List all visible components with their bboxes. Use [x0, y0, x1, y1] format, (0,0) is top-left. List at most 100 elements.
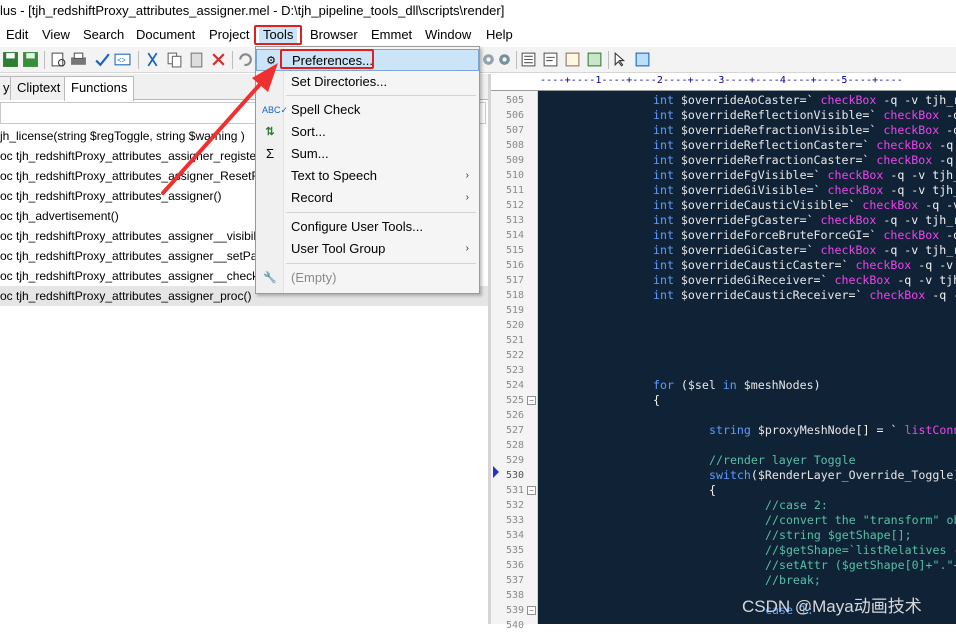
tab-cliptext[interactable]: Cliptext — [10, 76, 68, 100]
copy-icon[interactable] — [166, 51, 183, 68]
line-number: 520 — [505, 320, 524, 331]
settings-toolbar-icon[interactable] — [480, 51, 497, 68]
code-token: switch — [709, 468, 751, 482]
line-number: 512 — [505, 200, 524, 211]
menu-item-spell-check[interactable]: ABC✓ Spell Check — [256, 99, 479, 121]
code-token: checkBox — [883, 123, 940, 137]
code-token: checkBox — [883, 228, 940, 242]
line-number: 518 — [505, 290, 524, 301]
print-preview-icon[interactable] — [50, 51, 67, 68]
line-number: 539 — [505, 605, 524, 616]
menu-item-sort[interactable]: ⇅ Sort... — [256, 121, 479, 143]
code-line: string $proxyMeshNode[] = ` listConn — [709, 423, 956, 438]
column-ruler: ----+----1----+----2----+----3----+----4… — [491, 74, 956, 91]
sort-icon: ⇅ — [265, 126, 275, 138]
menu-search[interactable]: Search — [79, 25, 128, 45]
line-number: 526 — [505, 410, 524, 421]
menu-item-configure-user-tools[interactable]: Configure User Tools... — [256, 216, 479, 238]
code-line: int $overrideFgVisible=` checkBox -q -v … — [653, 168, 956, 183]
line-number: 513 — [505, 215, 524, 226]
code-line: //convert the "transform" ob — [765, 513, 956, 528]
line-number: 535 — [505, 545, 524, 556]
gear-icon: ⚙ — [266, 55, 276, 67]
code-token: $proxyMeshNode — [757, 423, 856, 437]
document-icon[interactable] — [542, 51, 559, 68]
list-view-icon[interactable] — [520, 51, 537, 68]
line-number: 528 — [505, 440, 524, 451]
code-line: //$getShape=`listRelatives - — [765, 543, 956, 558]
line-number: 508 — [505, 140, 524, 151]
code-token: //convert the "transform" ob — [765, 513, 956, 527]
code-line: int $overrideCausticReceiver=` checkBox … — [653, 288, 956, 303]
code-line: switch($RenderLayer_Override_Toggle) — [709, 468, 956, 483]
paste-icon[interactable] — [188, 51, 205, 68]
line-number-gutter: 505 506 507 508 509 510 511 512 513 514 515 516 517 5… — [491, 91, 538, 631]
code-token: checkBox — [876, 138, 933, 152]
code-token: $overrideGiReceiver — [680, 273, 814, 287]
code-icon[interactable]: <> — [114, 51, 131, 68]
code-token: -q — [946, 123, 956, 137]
code-token: -q -v tjh_r — [876, 93, 956, 107]
fold-toggle-icon[interactable]: − — [527, 396, 536, 405]
menu-emmet[interactable]: Emmet — [367, 25, 416, 45]
code-token: -q -v tjh — [890, 273, 956, 287]
code-token: $overrideReflectionVisible — [680, 108, 863, 122]
save-icon[interactable] — [2, 51, 19, 68]
menu-browser[interactable]: Browser — [306, 25, 362, 45]
menu-item-sum[interactable]: Σ Sum... — [256, 143, 479, 165]
window-title: lus - [tjh_redshiftProxy_attributes_assi… — [0, 0, 956, 24]
menu-edit[interactable]: Edit — [2, 25, 32, 45]
delete-icon[interactable] — [210, 51, 227, 68]
code-token: checkBox — [820, 93, 877, 107]
menu-view[interactable]: View — [38, 25, 74, 45]
code-token: in — [715, 378, 744, 392]
code-token: -q - — [932, 288, 956, 302]
code-token: $overrideRefractionVisible — [680, 123, 863, 137]
spellcheck-toolbar-icon[interactable] — [94, 51, 111, 68]
menu-item-empty: 🔧 (Empty) — [263, 270, 337, 285]
help-book-icon[interactable] — [634, 51, 651, 68]
code-token: -q -v tjh_r — [876, 213, 956, 227]
code-line: int $overrideRefractionVisible=` checkBo… — [653, 123, 956, 138]
code-line: for ($sel in $meshNodes) — [653, 378, 821, 393]
menu-window[interactable]: Window — [421, 25, 475, 45]
menu-item-set-directories[interactable]: Set Directories... — [256, 71, 479, 93]
line-number: 505 — [505, 95, 524, 106]
image-icon[interactable] — [586, 51, 603, 68]
code-token: ( — [680, 378, 688, 392]
tools-dropdown-menu: ⚙ Preferences... Set Directories... ABC✓… — [255, 46, 480, 294]
code-token: ) — [813, 378, 821, 392]
code-line: int $overrideGiReceiver=` checkBox -q -v… — [653, 273, 956, 288]
menu-item-user-tool-group[interactable]: User Tool Group › — [256, 238, 479, 260]
code-editor[interactable]: int $overrideAoCaster=` checkBox -q -v t… — [538, 91, 956, 624]
code-token: =` — [834, 258, 856, 272]
menu-item-text-to-speech[interactable]: Text to Speech › — [256, 165, 479, 187]
gear-toolbar-icon[interactable] — [496, 51, 513, 68]
line-number: 521 — [505, 335, 524, 346]
menu-project[interactable]: Project — [205, 25, 253, 45]
code-token: //string $getShape[]; — [765, 528, 912, 542]
fold-toggle-icon[interactable]: − — [527, 486, 536, 495]
wrench-icon: 🔧 — [263, 272, 277, 284]
save-all-icon[interactable] — [22, 51, 39, 68]
line-number: 511 — [505, 185, 524, 196]
code-token: //$getShape=`listRelatives - — [765, 543, 956, 557]
ruler-marks: ----+----1----+----2----+----3----+----4… — [540, 75, 903, 86]
sigma-icon: Σ — [265, 146, 275, 161]
menu-document[interactable]: Document — [132, 25, 199, 45]
window-icon[interactable] — [564, 51, 581, 68]
menu-item-record[interactable]: Record › — [256, 187, 479, 209]
fold-toggle-icon[interactable]: − — [527, 606, 536, 615]
code-token: $overrideCausticCaster — [680, 258, 835, 272]
cut-icon[interactable] — [144, 51, 161, 68]
menu-help[interactable]: Help — [482, 25, 517, 45]
line-number: 532 — [505, 500, 524, 511]
menubar: Edit View Search Document Project Tools … — [0, 24, 956, 46]
line-number: 510 — [505, 170, 524, 181]
tab-functions[interactable]: Functions — [64, 76, 135, 101]
code-token: //setAttr ($getShape[0]+"."+ — [765, 558, 956, 572]
undo-icon[interactable] — [236, 51, 253, 68]
print-icon[interactable] — [70, 51, 87, 68]
line-number: 514 — [505, 230, 524, 241]
help-pointer-icon[interactable] — [612, 51, 629, 68]
